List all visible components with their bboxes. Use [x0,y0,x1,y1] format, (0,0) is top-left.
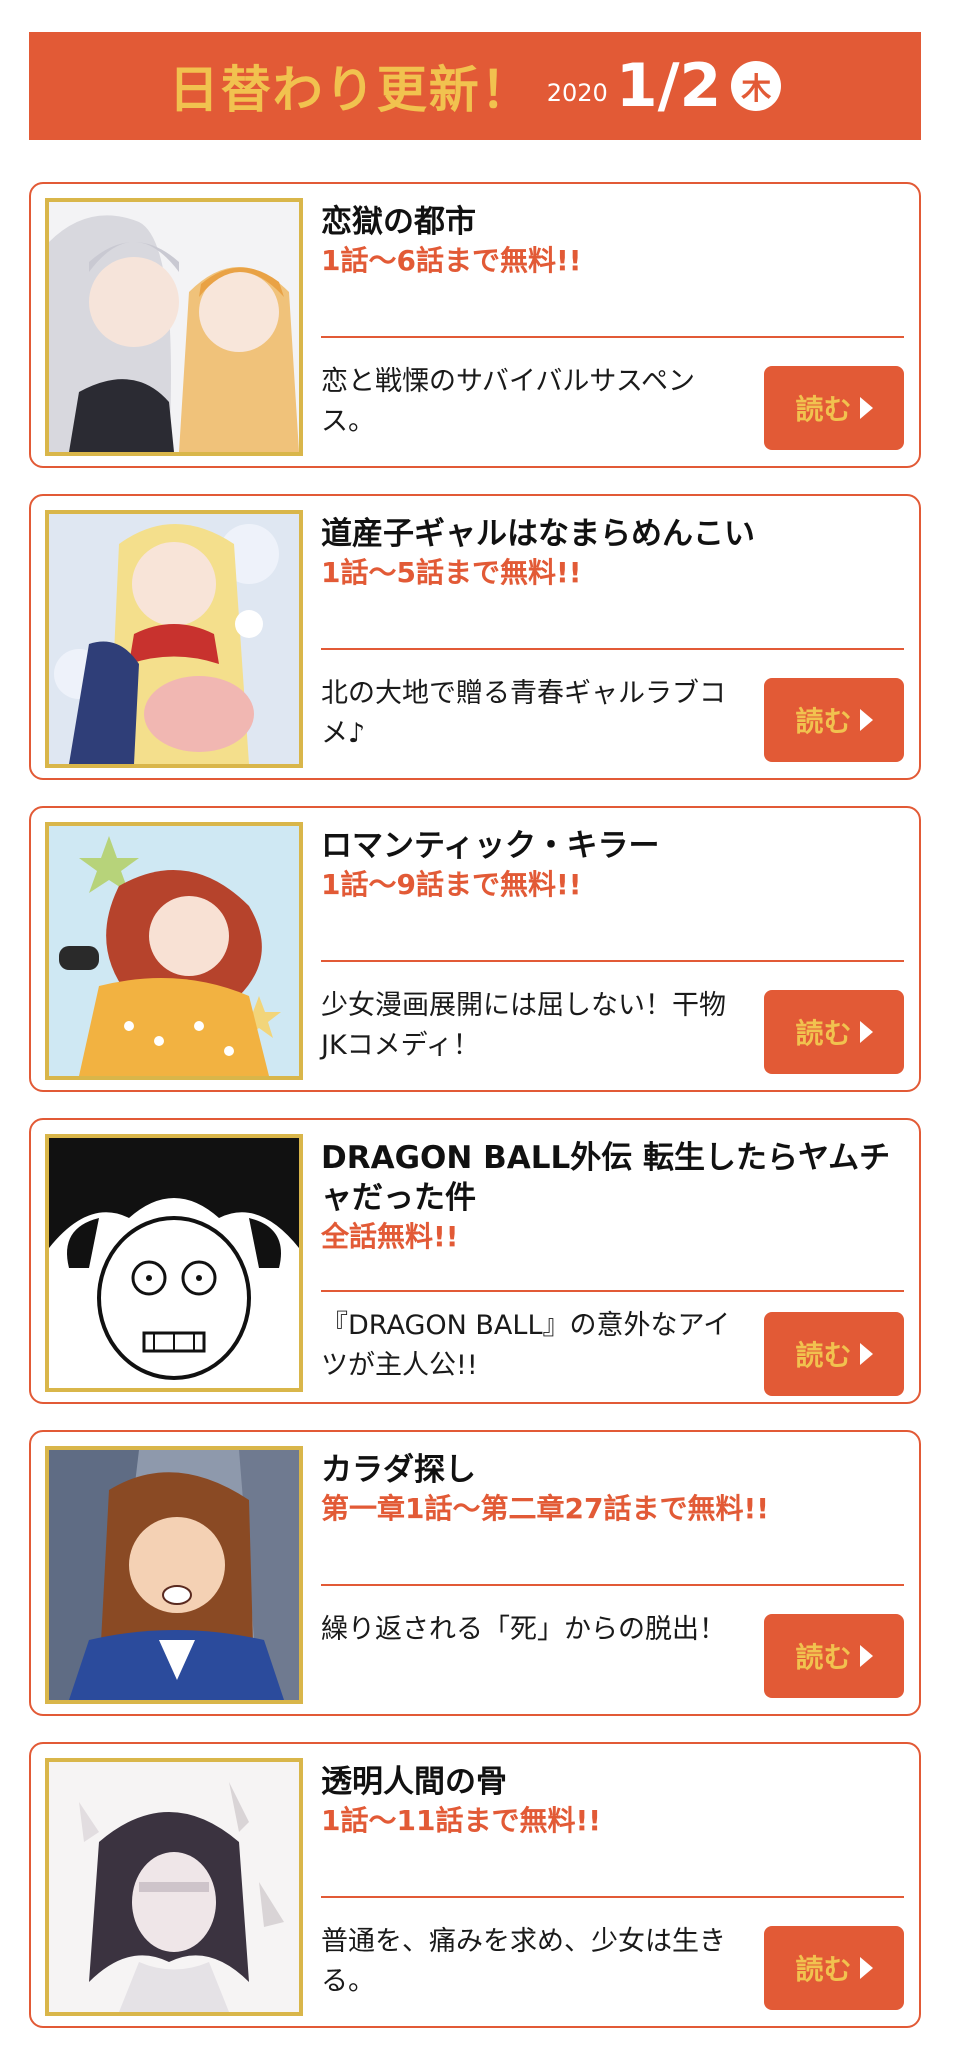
free-chapters-label: 1話〜11話まで無料!! [321,1804,601,1837]
read-button[interactable]: 読む [764,1312,904,1396]
free-chapters-label: 1話〜6話まで無料!! [321,244,582,277]
manga-description: 北の大地で贈る青春ギャルラブコメ♪ [321,678,726,749]
banner-year: 2020 [546,79,608,107]
banner-date: 1/2 [615,51,722,121]
divider [321,1584,904,1586]
read-button-label: 読む [795,1641,852,1674]
page: 日替わり更新！ 2020 1/2 木 恋獄の都市 1話〜6話まで無料!! 恋と戦… [0,0,954,2048]
daily-update-banner: 日替わり更新！ 2020 1/2 木 [29,32,921,140]
manga-cover-image[interactable] [45,510,303,768]
cover-illustration [49,202,299,452]
free-chapters-label: 1話〜9話まで無料!! [321,868,582,901]
play-arrow-icon [859,1645,873,1667]
banner-title: 日替わり更新！ [168,61,533,119]
manga-description: 繰り返される「死」からの脱出！ [321,1614,726,1645]
manga-title[interactable]: ロマンティック・キラー [321,826,904,866]
manga-title[interactable]: 透明人間の骨 [321,1762,904,1802]
read-button-label: 読む [795,393,852,426]
play-arrow-icon [859,1021,873,1043]
manga-cover-image[interactable] [45,1134,303,1392]
read-button[interactable]: 読む [764,990,904,1074]
manga-cover-image[interactable] [45,822,303,1080]
manga-description: 少女漫画展開には屈しない！干物JKコメディ！ [321,990,726,1061]
manga-title[interactable]: 道産子ギャルはなまらめんこい [321,514,904,554]
free-chapters-label: 1話〜5話まで無料!! [321,556,582,589]
play-arrow-icon [859,397,873,419]
manga-info: カラダ探し 第一章1話〜第二章27話まで無料!! 繰り返される「死」からの脱出！… [321,1450,904,1702]
manga-info: ロマンティック・キラー 1話〜9話まで無料!! 少女漫画展開には屈しない！干物J… [321,826,904,1078]
manga-description: 普通を、痛みを求め、少女は生きる。 [321,1926,726,1997]
read-button-label: 読む [795,1339,852,1372]
read-button[interactable]: 読む [764,366,904,450]
cover-illustration [49,826,299,1076]
manga-card-renkoku: 恋獄の都市 1話〜6話まで無料!! 恋と戦慄のサバイバルサスペンス。 読む [29,182,921,468]
divider [321,960,904,962]
manga-cover-image[interactable] [45,198,303,456]
read-button[interactable]: 読む [764,1614,904,1698]
cover-illustration [49,1762,299,2012]
manga-info: 透明人間の骨 1話〜11話まで無料!! 普通を、痛みを求め、少女は生きる。 読む [321,1762,904,2014]
manga-title[interactable]: 恋獄の都市 [321,202,904,242]
manga-title[interactable]: DRAGON BALL外伝 転生したらヤムチャだった件 [321,1138,904,1218]
play-arrow-icon [859,709,873,731]
free-chapters-label: 全話無料!! [321,1220,459,1253]
manga-description: 恋と戦慄のサバイバルサスペンス。 [321,366,695,437]
read-button-label: 読む [795,1953,852,1986]
read-button-label: 読む [795,705,852,738]
read-button[interactable]: 読む [764,678,904,762]
manga-card-romantic-killer: ロマンティック・キラー 1話〜9話まで無料!! 少女漫画展開には屈しない！干物J… [29,806,921,1092]
manga-description: 『DRAGON BALL』の意外なアイツが主人公!! [321,1310,731,1381]
manga-card-tomei-ningen: 透明人間の骨 1話〜11話まで無料!! 普通を、痛みを求め、少女は生きる。 読む [29,1742,921,2028]
cover-illustration [49,1138,299,1388]
play-arrow-icon [859,1957,873,1979]
cover-illustration [49,1450,299,1700]
cover-illustration [49,514,299,764]
divider [321,1896,904,1898]
manga-cover-image[interactable] [45,1446,303,1704]
free-chapters-label: 第一章1話〜第二章27話まで無料!! [321,1492,769,1525]
read-button[interactable]: 読む [764,1926,904,2010]
banner-weekday-badge: 木 [731,61,782,111]
divider [321,648,904,650]
manga-card-dragon-ball-gaiden: DRAGON BALL外伝 転生したらヤムチャだった件 全話無料!! 『DRAG… [29,1118,921,1404]
manga-card-karada-sagashi: カラダ探し 第一章1話〜第二章27話まで無料!! 繰り返される「死」からの脱出！… [29,1430,921,1716]
manga-card-dosanko-gal: 道産子ギャルはなまらめんこい 1話〜5話まで無料!! 北の大地で贈る青春ギャルラ… [29,494,921,780]
play-arrow-icon [859,1343,873,1365]
divider [321,1290,904,1292]
manga-info: 道産子ギャルはなまらめんこい 1話〜5話まで無料!! 北の大地で贈る青春ギャルラ… [321,514,904,766]
manga-info: DRAGON BALL外伝 転生したらヤムチャだった件 全話無料!! 『DRAG… [321,1138,904,1396]
manga-cover-image[interactable] [45,1758,303,2016]
manga-info: 恋獄の都市 1話〜6話まで無料!! 恋と戦慄のサバイバルサスペンス。 読む [321,202,904,454]
read-button-label: 読む [795,1017,852,1050]
manga-title[interactable]: カラダ探し [321,1450,904,1490]
divider [321,336,904,338]
